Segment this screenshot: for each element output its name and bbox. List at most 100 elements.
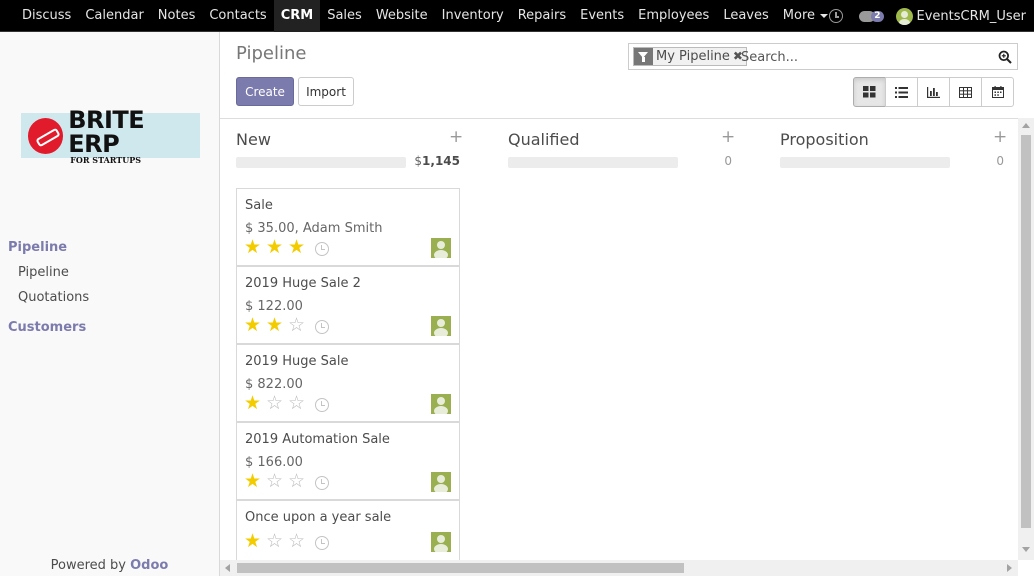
- search-bar: My Pipeline ✖: [628, 43, 1018, 70]
- pivot-view-button[interactable]: [949, 77, 982, 107]
- menu-leaves[interactable]: Leaves: [716, 0, 775, 32]
- column-total-qualified: 0: [724, 154, 732, 168]
- horizontal-scrollbar[interactable]: [220, 560, 1018, 576]
- menu-contacts[interactable]: Contacts: [202, 0, 273, 32]
- vertical-scroll-thumb[interactable]: [1021, 135, 1031, 528]
- menu-discuss[interactable]: Discuss: [15, 0, 78, 32]
- column-progress-bar-proposition[interactable]: [780, 157, 950, 168]
- card-subtitle: $ 166.00: [245, 455, 303, 470]
- menu-repairs[interactable]: Repairs: [511, 0, 573, 32]
- kanban-icon: [863, 86, 876, 98]
- star-icon[interactable]: ☆: [288, 393, 310, 413]
- activity-clock-icon[interactable]: [315, 536, 329, 550]
- sidebar-section-customers[interactable]: Customers: [8, 320, 86, 335]
- calendar-icon: [991, 86, 1004, 98]
- star-icon[interactable]: ☆: [266, 471, 288, 491]
- star-icon[interactable]: ★: [244, 531, 266, 551]
- menu-employees[interactable]: Employees: [631, 0, 716, 32]
- menu-calendar[interactable]: Calendar: [78, 0, 150, 32]
- search-input[interactable]: [741, 48, 981, 66]
- priority-stars: ★ ★ ☆: [244, 315, 310, 335]
- kanban-card[interactable]: 2019 Huge Sale 2 $ 122.00 ★ ★ ☆: [236, 266, 460, 344]
- menu-crm[interactable]: CRM: [273, 0, 321, 32]
- quick-create-qualified-icon[interactable]: +: [721, 127, 735, 147]
- column-progress-bar-new[interactable]: [236, 157, 406, 168]
- column-total-new: $1,145: [410, 154, 460, 168]
- star-icon[interactable]: ★: [244, 237, 266, 257]
- logo-text: BRITE ERP FOR STARTUPS: [68, 108, 200, 164]
- graph-view-button[interactable]: [917, 77, 950, 107]
- star-icon[interactable]: ☆: [266, 393, 288, 413]
- logo-sub-text: FOR STARTUPS: [70, 154, 142, 165]
- sidebar-section-pipeline[interactable]: Pipeline: [8, 240, 67, 255]
- menu-inventory[interactable]: Inventory: [435, 0, 511, 32]
- star-icon[interactable]: ★: [266, 237, 288, 257]
- column-title-proposition: Proposition: [780, 130, 869, 149]
- chat-count-badge: 2: [871, 10, 884, 22]
- scroll-down-icon[interactable]: [1022, 547, 1030, 552]
- star-icon[interactable]: ★: [244, 393, 266, 413]
- star-icon[interactable]: ★: [266, 315, 288, 335]
- vertical-scrollbar[interactable]: [1018, 118, 1034, 560]
- bar-chart-icon: [927, 86, 940, 98]
- quick-create-proposition-icon[interactable]: +: [993, 127, 1007, 147]
- column-total-currency: $: [414, 154, 423, 168]
- create-button[interactable]: Create: [236, 77, 294, 106]
- activity-clock-icon[interactable]: [315, 476, 329, 490]
- menu-sales[interactable]: Sales: [320, 0, 369, 32]
- activity-clock-icon[interactable]: [315, 320, 329, 334]
- scroll-up-icon[interactable]: [1022, 123, 1030, 128]
- menu-more-label: More: [782, 8, 816, 23]
- column-total-proposition: 0: [996, 154, 1004, 168]
- horizontal-scroll-thumb[interactable]: [237, 563, 684, 573]
- view-switcher: [853, 77, 1014, 107]
- table-icon: [959, 86, 972, 98]
- company-logo[interactable]: BRITE ERP FOR STARTUPS: [21, 108, 200, 164]
- user-menu[interactable]: EventsCRM_User: [895, 7, 1026, 25]
- card-title: 2019 Huge Sale 2: [245, 276, 361, 291]
- kanban-card[interactable]: 2019 Huge Sale $ 822.00 ★ ☆ ☆: [236, 344, 460, 422]
- kanban-view-button[interactable]: [853, 77, 886, 107]
- calendar-view-button[interactable]: [981, 77, 1014, 107]
- import-button[interactable]: Import: [298, 77, 354, 106]
- menu-events[interactable]: Events: [573, 0, 631, 32]
- activity-clock-icon[interactable]: [315, 242, 329, 256]
- sidebar: BRITE ERP FOR STARTUPS Pipeline Pipeline…: [0, 32, 220, 576]
- star-icon[interactable]: ☆: [288, 531, 310, 551]
- star-icon[interactable]: ★: [288, 237, 310, 257]
- breadcrumb: Pipeline: [236, 43, 307, 64]
- quick-create-new-icon[interactable]: +: [449, 127, 463, 147]
- search-facet: My Pipeline ✖: [633, 47, 747, 66]
- priority-stars: ★ ★ ★: [244, 237, 310, 257]
- scroll-right-icon[interactable]: [1007, 564, 1012, 572]
- messaging-menu[interactable]: 2: [859, 10, 884, 22]
- menu-website[interactable]: Website: [369, 0, 435, 32]
- star-icon[interactable]: ★: [244, 315, 266, 335]
- star-icon[interactable]: ☆: [266, 531, 288, 551]
- sidebar-item-quotations[interactable]: Quotations: [18, 290, 89, 305]
- menu-notes[interactable]: Notes: [151, 0, 203, 32]
- search-icon[interactable]: [998, 50, 1012, 64]
- activity-clock-icon[interactable]: [315, 398, 329, 412]
- star-icon[interactable]: ☆: [288, 471, 310, 491]
- list-view-button[interactable]: [885, 77, 918, 107]
- scroll-left-icon[interactable]: [225, 564, 230, 572]
- caret-down-icon: [820, 13, 829, 18]
- salesperson-avatar: [431, 532, 451, 552]
- kanban-card[interactable]: 2019 Automation Sale $ 166.00 ★ ☆ ☆: [236, 422, 460, 500]
- salesperson-avatar: [431, 316, 451, 336]
- column-progress-bar-qualified[interactable]: [508, 157, 678, 168]
- menu-more[interactable]: More: [776, 0, 835, 32]
- star-icon[interactable]: ☆: [288, 315, 310, 335]
- sidebar-item-pipeline[interactable]: Pipeline: [18, 265, 69, 280]
- activity-clock-icon[interactable]: [829, 9, 844, 23]
- filter-icon: [634, 48, 653, 65]
- list-icon: [895, 86, 908, 98]
- salesperson-avatar: [431, 238, 451, 258]
- kanban-card[interactable]: Once upon a year sale ★ ☆ ☆: [236, 500, 460, 564]
- star-icon[interactable]: ★: [244, 471, 266, 491]
- column-title-qualified: Qualified: [508, 130, 580, 149]
- odoo-link[interactable]: Odoo: [130, 558, 168, 573]
- kanban-card[interactable]: Sale $ 35.00, Adam Smith ★ ★ ★: [236, 188, 460, 266]
- user-name: EventsCRM_User: [916, 8, 1026, 24]
